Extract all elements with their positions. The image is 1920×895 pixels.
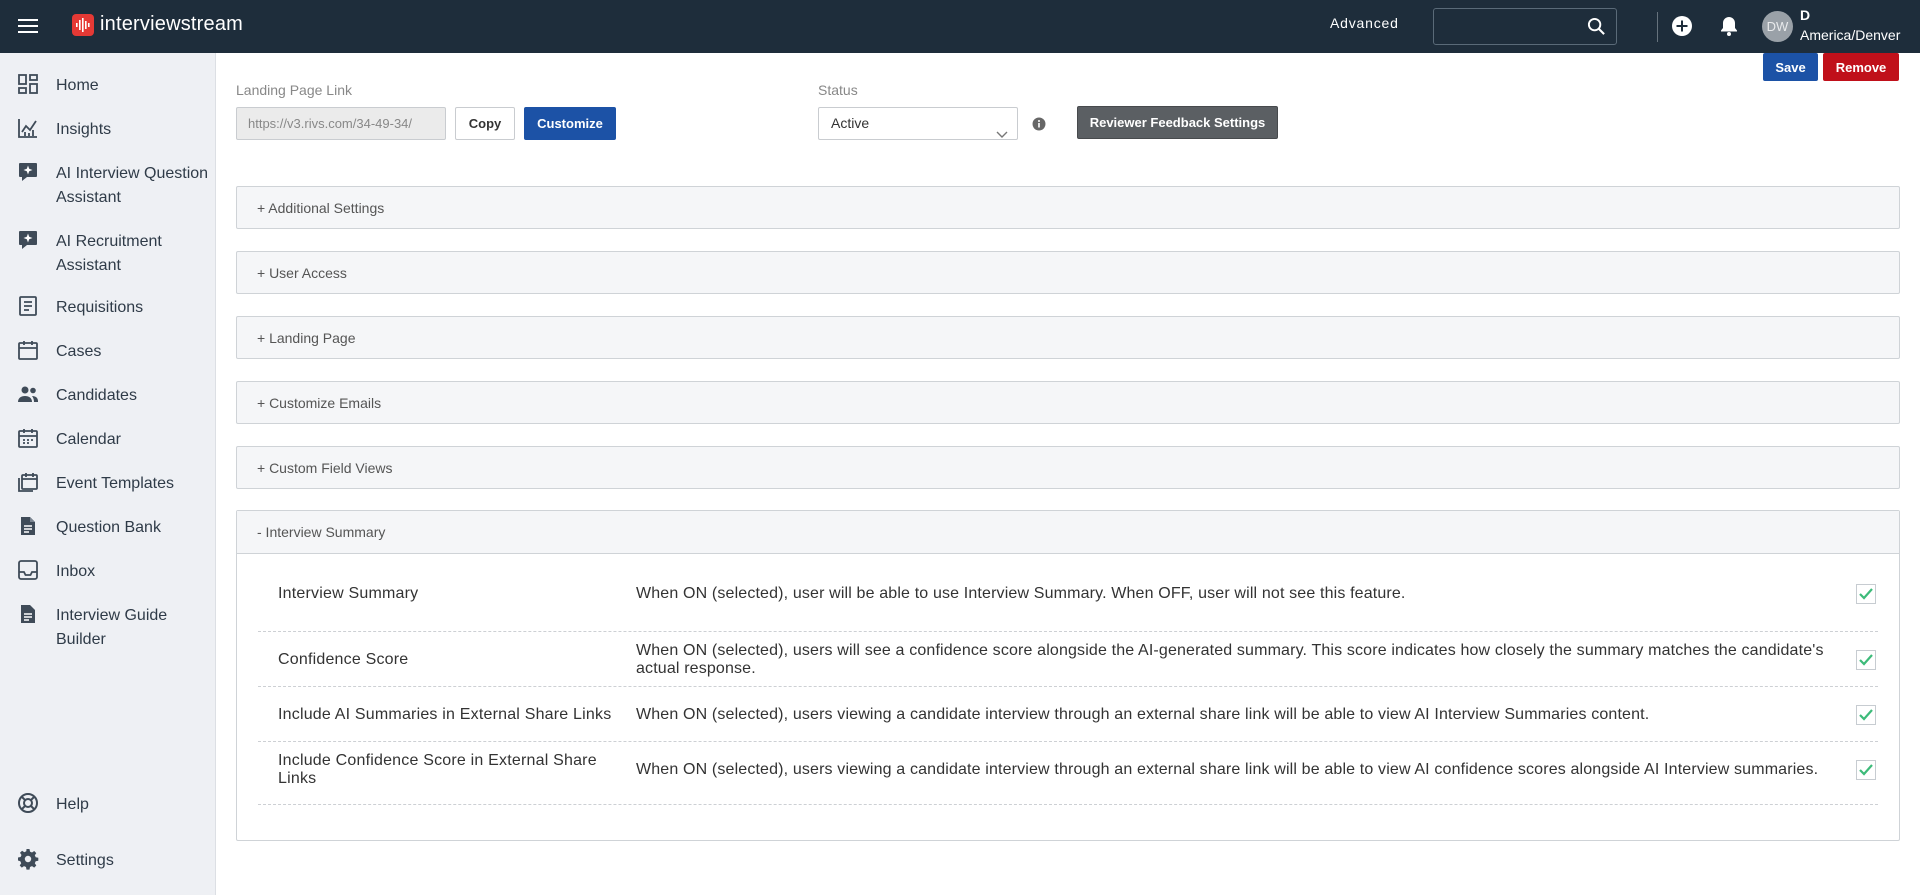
user-timezone[interactable]: America/Denver bbox=[1800, 27, 1900, 43]
sidebar-item-label: Question Bank bbox=[56, 519, 161, 536]
setting-description: When ON (selected), users viewing a cand… bbox=[636, 706, 1650, 723]
setting-name: Include Confidence Score in External Sha… bbox=[278, 752, 597, 787]
status-value: Active bbox=[831, 115, 870, 131]
include-ai-summaries-checkbox[interactable] bbox=[1856, 705, 1876, 725]
copy-button[interactable]: Copy bbox=[455, 107, 515, 140]
add-circle-icon[interactable] bbox=[1671, 15, 1693, 42]
panel-custom-field-views[interactable]: + Custom Field Views bbox=[236, 446, 1900, 489]
brand-logo[interactable]: interviewstream bbox=[72, 13, 243, 36]
panel-interview-summary: - Interview Summary Interview Summary Wh… bbox=[236, 510, 1900, 841]
save-button[interactable]: Save bbox=[1763, 53, 1818, 81]
inbox-icon bbox=[17, 559, 39, 581]
sidebar-item-label: AI Interview Question Assistant bbox=[56, 165, 209, 206]
sidebar-item-label: Requisitions bbox=[56, 299, 144, 316]
document-list-icon bbox=[17, 295, 39, 317]
ai-sparkle-icon bbox=[17, 161, 39, 183]
interview-summary-checkbox[interactable] bbox=[1856, 584, 1876, 604]
panel-title: + User Access bbox=[257, 265, 347, 281]
setting-row-include-confidence-score: Include Confidence Score in External Sha… bbox=[258, 742, 1878, 805]
top-bar: interviewstream Advanced DW D America/De… bbox=[0, 0, 1920, 53]
main-content: Save Remove Landing Page Link https://v3… bbox=[216, 53, 1920, 895]
customize-button[interactable]: Customize bbox=[524, 107, 616, 140]
help-lifebuoy-icon bbox=[17, 792, 39, 814]
dashboard-grid-icon bbox=[17, 73, 39, 95]
search-icon[interactable] bbox=[1587, 17, 1606, 41]
setting-description: When ON (selected), user will be able to… bbox=[636, 585, 1406, 602]
panel-header[interactable]: - Interview Summary bbox=[237, 511, 1899, 554]
status-select[interactable]: Active bbox=[818, 107, 1018, 140]
info-icon[interactable] bbox=[1032, 117, 1046, 136]
sidebar-item-label: AI Recruitment Assistant bbox=[56, 233, 162, 274]
panel-title: + Landing Page bbox=[257, 330, 356, 346]
sidebar-item-label: Cases bbox=[56, 343, 102, 360]
people-icon bbox=[17, 383, 39, 405]
sidebar-item-label: Interview Guide Builder bbox=[56, 607, 168, 648]
notification-bell-icon[interactable] bbox=[1718, 15, 1740, 42]
setting-description: When ON (selected), users viewing a cand… bbox=[636, 761, 1819, 778]
user-name[interactable]: D bbox=[1800, 7, 1810, 23]
chevron-down-icon bbox=[996, 119, 1008, 150]
sidebar-item-label: Insights bbox=[56, 121, 112, 138]
ai-sparkle-icon bbox=[17, 229, 39, 251]
brand-name: interviewstream bbox=[100, 13, 244, 35]
advanced-link[interactable]: Advanced bbox=[1330, 15, 1399, 31]
sidebar-item-label: Help bbox=[56, 796, 89, 813]
setting-description: When ON (selected), users will see a con… bbox=[636, 642, 1824, 677]
setting-name: Confidence Score bbox=[278, 651, 409, 668]
sidebar-item-label: Event Templates bbox=[56, 475, 174, 492]
avatar[interactable]: DW bbox=[1762, 11, 1793, 42]
panel-user-access[interactable]: + User Access bbox=[236, 251, 1900, 294]
panel-title: - Interview Summary bbox=[257, 524, 386, 540]
landing-page-link-field[interactable]: https://v3.rivs.com/34-49-34/ bbox=[236, 107, 446, 140]
waveform-logo-icon bbox=[72, 13, 94, 36]
setting-row-confidence-score: Confidence Score When ON (selected), use… bbox=[258, 632, 1878, 687]
event-template-icon bbox=[17, 471, 39, 493]
search-input[interactable] bbox=[1433, 8, 1617, 45]
topbar-divider bbox=[1657, 12, 1658, 42]
setting-name: Interview Summary bbox=[278, 585, 419, 602]
guide-document-icon bbox=[17, 603, 39, 625]
question-document-icon bbox=[17, 515, 39, 537]
reviewer-feedback-settings-button[interactable]: Reviewer Feedback Settings bbox=[1077, 106, 1278, 139]
status-label: Status bbox=[818, 82, 858, 98]
calendar-grid-icon bbox=[17, 427, 39, 449]
panel-title: + Customize Emails bbox=[257, 395, 382, 411]
landing-page-link-label: Landing Page Link bbox=[236, 82, 352, 98]
setting-name: Include AI Summaries in External Share L… bbox=[278, 706, 612, 723]
sidebar-item-label: Inbox bbox=[56, 563, 96, 580]
setting-row-include-ai-summaries: Include AI Summaries in External Share L… bbox=[258, 687, 1878, 742]
setting-row-interview-summary: Interview Summary When ON (selected), us… bbox=[258, 554, 1878, 632]
sidebar: Home Insights AI Interview Question Assi… bbox=[0, 53, 216, 895]
gear-icon bbox=[17, 848, 39, 870]
confidence-score-checkbox[interactable] bbox=[1856, 650, 1876, 670]
panel-landing-page[interactable]: + Landing Page bbox=[236, 316, 1900, 359]
sidebar-item-label: Calendar bbox=[56, 431, 121, 448]
panel-title: + Additional Settings bbox=[257, 200, 385, 216]
panel-title: + Custom Field Views bbox=[257, 460, 393, 476]
sidebar-item-label: Home bbox=[56, 77, 99, 94]
hamburger-menu-icon[interactable] bbox=[14, 15, 42, 37]
remove-button[interactable]: Remove bbox=[1823, 53, 1899, 81]
chart-trend-icon bbox=[17, 117, 39, 139]
panel-customize-emails[interactable]: + Customize Emails bbox=[236, 381, 1900, 424]
calendar-icon bbox=[17, 339, 39, 361]
sidebar-item-label: Settings bbox=[56, 852, 114, 869]
sidebar-item-label: Candidates bbox=[56, 387, 137, 404]
panel-additional-settings[interactable]: + Additional Settings bbox=[236, 186, 1900, 229]
include-confidence-score-checkbox[interactable] bbox=[1856, 760, 1876, 780]
